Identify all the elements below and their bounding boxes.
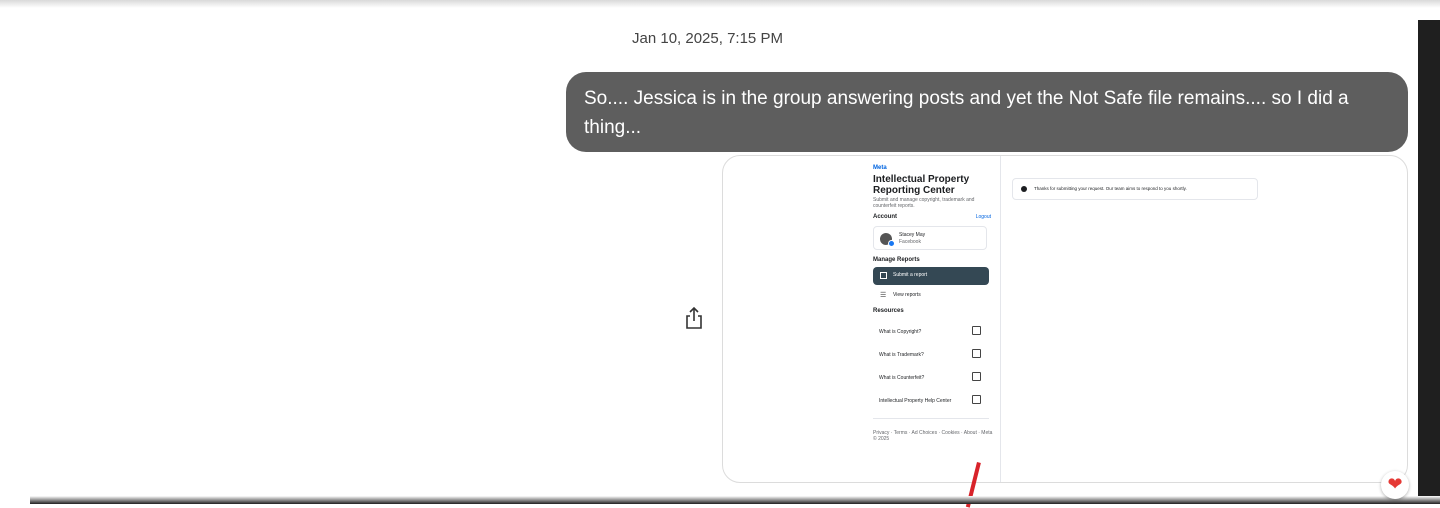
resource-label: What is Trademark? [879,352,924,358]
message-timestamp: Jan 10, 2025, 7:15 PM [632,30,783,47]
share-icon[interactable] [684,306,704,330]
resource-item: What is Trademark? [873,348,989,362]
resource-label: What is Copyright? [879,329,922,335]
manage-reports-heading: Manage Reports [873,257,920,263]
resource-label: Intellectual Property Help Center [879,398,952,404]
meta-logo: Meta [873,165,887,171]
list-icon: ☰ [880,292,887,299]
resources-heading: Resources [873,308,904,314]
resource-item: What is Counterfeit? [873,371,989,385]
external-link-icon [972,395,981,404]
resource-item: Intellectual Property Help Center [873,394,989,408]
submit-report-button: Submit a report [873,267,989,285]
submit-report-label: Submit a report [893,272,928,278]
external-link-icon [972,349,981,358]
screenshot-sidebar: Meta Intellectual Property Reporting Cen… [871,156,999,482]
account-heading: Account [873,214,897,220]
account-name: Stacey May [899,232,926,238]
account-card: Stacey May Facebook [873,226,987,250]
window-edge [30,496,1440,504]
confirmation-notice: Thanks for submitting your request. Our … [1012,178,1258,200]
divider [873,418,989,419]
external-link-icon [972,326,981,335]
image-attachment[interactable]: Meta Intellectual Property Reporting Cen… [722,155,1408,483]
screenshot-footer: Privacy · Terms · Ad Choices · Cookies ·… [873,430,993,442]
external-link-icon [972,372,981,381]
account-network: Facebook [899,239,921,245]
window-edge [1418,20,1440,504]
logout-link: Logout [975,214,991,220]
view-reports-button: ☰ View reports [873,289,989,303]
message-text: So.... Jessica is in the group answering… [584,88,1349,138]
resource-item: What is Copyright? [873,325,989,339]
check-circle-icon [1021,186,1027,192]
resource-label: What is Counterfeit? [879,375,925,381]
confirmation-text: Thanks for submitting your request. Our … [1034,186,1187,191]
page-title: Intellectual Property Reporting Center [873,174,970,196]
heart-icon[interactable]: ❤ [1381,471,1409,499]
view-reports-label: View reports [893,292,921,298]
edit-icon [880,272,887,279]
facebook-badge-icon [888,240,895,247]
page-subtitle: Submit and manage copyright, trademark a… [873,197,975,209]
divider [1000,156,1001,482]
message-bubble[interactable]: So.... Jessica is in the group answering… [566,72,1408,152]
top-shadow [0,0,1440,8]
